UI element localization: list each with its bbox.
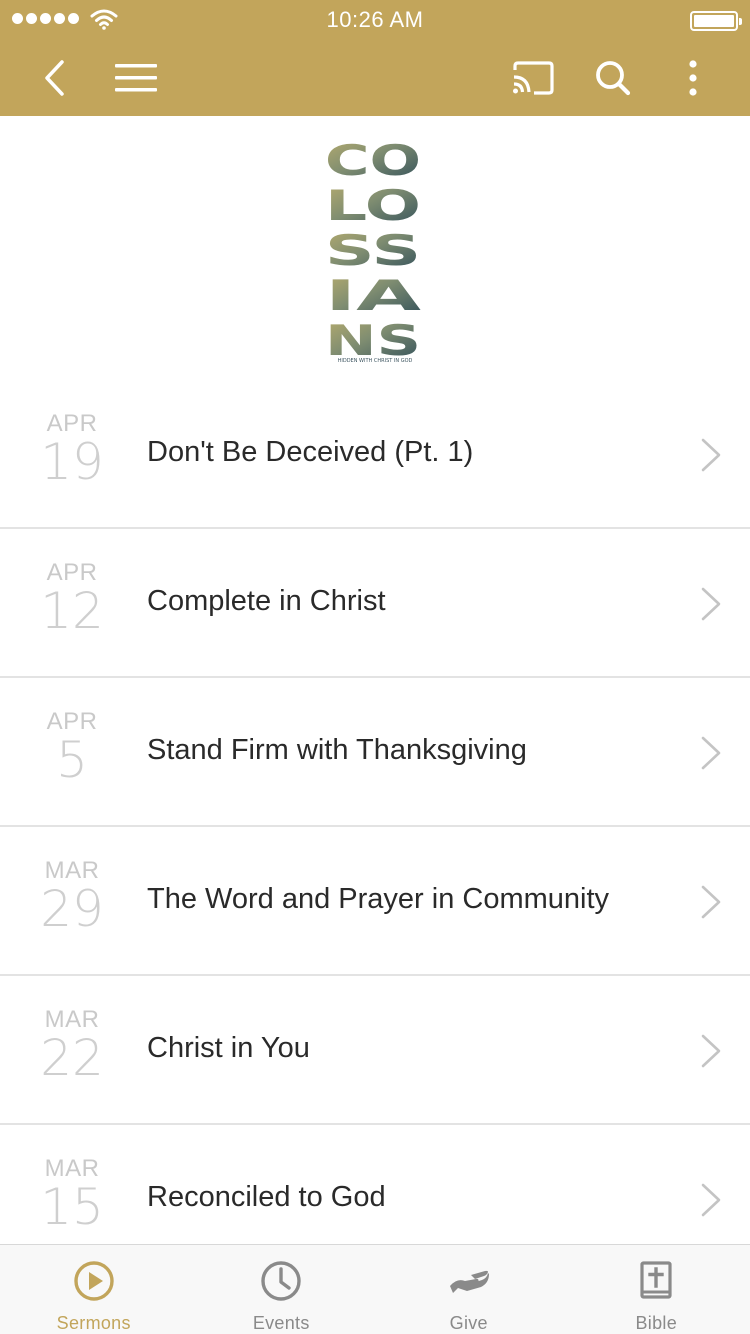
chevron-right-icon — [701, 736, 721, 770]
sermon-row[interactable]: MAR 22 Christ in You — [0, 976, 750, 1125]
colossians-logo-art: CO LO SS IA NS HIDDEN WITH CHRIST IN GOD — [325, 136, 422, 364]
sermon-row[interactable]: MAR 29 The Word and Prayer in Community — [0, 827, 750, 976]
back-icon — [45, 60, 64, 96]
back-button[interactable] — [25, 40, 85, 116]
sermon-title: The Word and Prayer in Community — [147, 883, 610, 915]
logo-line: NS — [325, 316, 421, 364]
series-logo: CO LO SS IA NS HIDDEN WITH CHRIST IN GOD — [325, 136, 425, 380]
sermon-day: 12 — [40, 582, 104, 640]
sermon-date: MAR 29 — [30, 857, 114, 935]
tab-events[interactable]: Events — [188, 1245, 376, 1334]
series-banner: CO LO SS IA NS HIDDEN WITH CHRIST IN GOD — [0, 116, 750, 380]
more-options-button[interactable] — [663, 40, 723, 116]
search-icon — [596, 61, 631, 96]
menu-button[interactable] — [106, 40, 166, 116]
logo-line: LO — [325, 181, 421, 230]
tab-label: Give — [449, 1313, 488, 1333]
tab-label: Sermons — [56, 1313, 131, 1333]
cast-button[interactable] — [503, 40, 563, 116]
status-bar: 10:26 AM — [0, 0, 750, 40]
sermon-day: 5 — [56, 731, 88, 789]
logo-line: CO — [325, 136, 421, 185]
chevron-right-icon — [701, 1034, 721, 1068]
app-header: 10:26 AM — [0, 0, 750, 116]
logo-tagline: HIDDEN WITH CHRIST IN GOD — [338, 358, 413, 364]
chevron-right-icon — [701, 438, 721, 472]
sermon-title: Christ in You — [147, 1032, 310, 1064]
sermon-day: 19 — [40, 433, 104, 491]
play-circle-icon — [74, 1261, 114, 1301]
logo-line: IA — [325, 271, 422, 320]
sermon-row[interactable]: APR 5 Stand Firm with Thanksgiving — [0, 678, 750, 827]
tab-give[interactable]: Give — [375, 1245, 563, 1334]
chevron-right-icon — [701, 885, 721, 919]
give-hand-icon — [449, 1270, 489, 1293]
cast-icon — [513, 61, 554, 95]
battery-icon — [690, 11, 742, 31]
tab-label: Events — [252, 1313, 310, 1333]
tab-bible[interactable]: Bible — [563, 1245, 750, 1334]
sermon-day: 29 — [40, 880, 104, 938]
sermon-list: APR 19 Don't Be Deceived (Pt. 1) APR 12 … — [0, 380, 750, 1274]
more-vertical-icon — [689, 60, 697, 96]
sermon-title: Reconciled to God — [147, 1181, 386, 1213]
tab-label: Bible — [635, 1313, 678, 1333]
sermon-day: 22 — [40, 1029, 104, 1087]
sermon-title: Stand Firm with Thanksgiving — [147, 734, 527, 766]
nav-bar — [0, 40, 750, 116]
sermon-date: APR 5 — [30, 708, 114, 786]
sermon-day: 15 — [40, 1178, 104, 1236]
tab-sermons[interactable]: Sermons — [0, 1245, 188, 1334]
sermon-date: MAR 22 — [30, 1006, 114, 1084]
sermon-title: Complete in Christ — [147, 585, 386, 617]
sermon-title: Don't Be Deceived (Pt. 1) — [147, 436, 474, 468]
chevron-right-icon — [701, 587, 721, 621]
chevron-right-icon — [701, 1183, 721, 1217]
tab-bar: Sermons Events Give Bible — [0, 1244, 750, 1334]
sermon-row[interactable]: APR 19 Don't Be Deceived (Pt. 1) — [0, 380, 750, 529]
sermon-date: APR 19 — [30, 410, 114, 488]
logo-line: SS — [325, 226, 421, 275]
status-time: 10:26 AM — [326, 7, 424, 32]
sermon-date: APR 12 — [30, 559, 114, 637]
menu-icon — [115, 64, 157, 92]
sermon-date: MAR 15 — [30, 1155, 114, 1233]
search-button[interactable] — [583, 40, 643, 116]
clock-icon — [261, 1261, 301, 1301]
sermon-row[interactable]: APR 12 Complete in Christ — [0, 529, 750, 678]
bible-icon — [640, 1261, 672, 1299]
